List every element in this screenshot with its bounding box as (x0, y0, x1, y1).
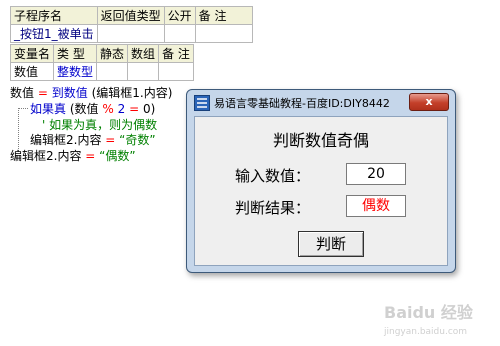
code-assign: = (85, 149, 96, 163)
code-comment: ' 如果为真，则为偶数 (42, 118, 158, 132)
header-return-type: 返回值类型 (96, 6, 165, 25)
code-cond-close: 0) (142, 102, 156, 116)
number-input[interactable]: 20 (346, 163, 406, 185)
subroutine-row: _按钮1_被单击 (10, 24, 253, 43)
svg-text:Baidu 经验: Baidu 经验 (384, 303, 474, 322)
variable-type[interactable]: 整数型 (53, 62, 98, 81)
window-heading: 判断数值奇偶 (272, 131, 369, 150)
program-window: 易语言零基础教程-百度ID:DIY8442 x 判断数值奇偶 输入数值： 20 … (186, 89, 456, 273)
header-sub-name: 子程序名 (10, 6, 98, 25)
baidu-watermark: Baidu 经验 jingyan.baidu.com (380, 296, 492, 342)
subroutine-return-type[interactable] (96, 24, 165, 43)
code-string: “奇数” (119, 133, 156, 147)
window-client-area: 判断数值奇偶 输入数值： 20 判断结果： 偶数 判断 (194, 116, 448, 266)
header-public: 公开 (163, 6, 196, 25)
code-arg: (编辑框1.内容) (91, 86, 173, 100)
code-if-keyword: 如果真 (30, 102, 67, 116)
svg-text:jingyan.baidu.com: jingyan.baidu.com (383, 327, 467, 337)
window-title: 易语言零基础教程-百度ID:DIY8442 (214, 97, 390, 110)
variable-remark[interactable] (158, 62, 194, 81)
code-cond-open: (数值 (69, 102, 99, 116)
app-icon (194, 95, 210, 111)
code-line-2[interactable]: 如果真 (数值 % 2 = 0) (30, 100, 155, 117)
subroutine-public[interactable] (163, 24, 196, 43)
header-var-name: 变量名 (9, 44, 55, 63)
header-var-type: 类 型 (53, 44, 98, 63)
subroutine-header-row: 子程序名 返回值类型 公开 备 注 (10, 6, 253, 25)
input-label: 输入数值： (235, 167, 311, 185)
header-remark: 备 注 (194, 6, 253, 25)
baidu-logo-mark: Baidu 经验 jingyan.baidu.com (383, 303, 474, 337)
header-array: 数组 (127, 44, 160, 63)
code-target: 编辑框2.内容 (30, 133, 102, 147)
variable-array[interactable] (127, 62, 160, 81)
close-button[interactable]: x (409, 93, 449, 111)
variable-header-row: 变量名 类 型 静态 数组 备 注 (9, 44, 194, 63)
code-line-5[interactable]: 编辑框2.内容 = “偶数” (10, 147, 136, 164)
result-label: 判断结果： (235, 199, 311, 217)
variable-name[interactable]: 数值 (9, 62, 55, 81)
code-var: 数值 (10, 86, 35, 100)
variable-table: 变量名 类 型 静态 数组 备 注 数值 整数型 (9, 44, 194, 81)
code-assign: = (37, 86, 48, 100)
code-assign: = (105, 133, 116, 147)
code-func: 到数值 (51, 86, 88, 100)
variable-row: 数值 整数型 (9, 62, 194, 81)
close-icon: x (425, 95, 433, 108)
judge-button[interactable]: 判断 (298, 231, 364, 257)
code-string: “偶数” (99, 149, 136, 163)
header-static: 静态 (96, 44, 129, 63)
header-var-remark: 备 注 (158, 44, 194, 63)
variable-static[interactable] (96, 62, 129, 81)
subroutine-remark[interactable] (194, 24, 253, 43)
code-number: 2 (117, 102, 126, 116)
title-bar[interactable]: 易语言零基础教程-百度ID:DIY8442 x (187, 90, 455, 114)
code-target: 编辑框2.内容 (10, 149, 82, 163)
code-mod-op: % (102, 102, 114, 116)
code-eq-op: = (129, 102, 140, 116)
code-line-1[interactable]: 数值 = 到数值 (编辑框1.内容) (10, 84, 172, 101)
subroutine-table: 子程序名 返回值类型 公开 备 注 _按钮1_被单击 (10, 6, 253, 43)
result-field[interactable]: 偶数 (346, 195, 406, 217)
flow-guide-line (18, 108, 19, 151)
subroutine-name[interactable]: _按钮1_被单击 (10, 24, 98, 43)
flow-guide-tick (18, 108, 28, 109)
code-line-4[interactable]: 编辑框2.内容 = “奇数” (30, 131, 156, 148)
